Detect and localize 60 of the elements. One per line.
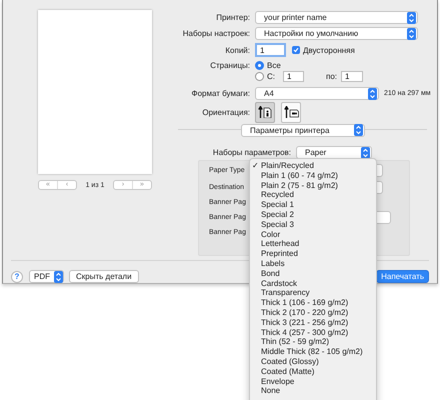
menu-item[interactable]: None (250, 386, 376, 396)
sideways-page-icon (284, 106, 298, 118)
updown-arrow-icon (407, 28, 416, 40)
section-select[interactable]: Параметры принтера (241, 124, 365, 136)
pdf-button[interactable]: PDF (29, 270, 64, 283)
menu-item[interactable]: Bond (250, 268, 376, 279)
menu-item[interactable]: Envelope (250, 376, 376, 386)
menu-item[interactable]: ✓ Plain/Recycled (250, 161, 376, 171)
copies-field[interactable]: 1 (255, 43, 286, 57)
field-label: Формат бумаги: (190, 89, 251, 98)
upright-page-icon (258, 106, 272, 118)
field-label: Страницы: (209, 61, 251, 70)
updown-arrow-icon (361, 146, 370, 158)
menu-item[interactable]: Thin (52 - 59 g/m2) (250, 337, 376, 348)
menu-item[interactable]: Thick 4 (257 - 300 g/m2) (250, 328, 376, 338)
menu-item[interactable]: Letterhead (250, 239, 376, 250)
menu-item[interactable]: Labels (250, 258, 376, 269)
field-label: Наборы настроек: (182, 29, 251, 38)
menu-item[interactable]: Thick 2 (170 - 220 g/m2) (250, 308, 376, 318)
field-label: Наборы параметров: (212, 148, 292, 157)
checkbox[interactable] (292, 46, 300, 54)
menu-item[interactable]: Transparency (250, 288, 376, 298)
radio-button[interactable] (255, 61, 264, 70)
orientation-button[interactable] (281, 102, 301, 122)
parameter-sets-select[interactable]: Paper (296, 146, 372, 159)
updown-arrow-icon (354, 124, 363, 136)
print-button[interactable]: Напечатать (376, 270, 429, 283)
radio-button[interactable] (255, 72, 264, 81)
menu-item[interactable]: Recycled (250, 190, 376, 200)
menu-item[interactable]: Cardstock (250, 278, 376, 288)
radio-label: Все (267, 61, 281, 70)
from-page-field[interactable]: 1 (283, 71, 304, 82)
orientation-button[interactable] (255, 102, 275, 122)
updown-arrow-icon (54, 270, 63, 282)
menu-item[interactable]: Thick 3 (221 - 256 g/m2) (250, 318, 376, 328)
updown-arrow-icon (368, 88, 377, 100)
paper-size-select[interactable]: A4 (255, 87, 379, 100)
field-label: Принтер: (215, 13, 251, 22)
menu-item[interactable]: Special 1 (250, 200, 376, 210)
menu-item[interactable]: Special 3 (250, 220, 376, 230)
menu-item[interactable]: Preprinted (250, 249, 376, 259)
menu-item[interactable]: Thick 1 (106 - 169 g/m2) (250, 298, 376, 308)
field-label: Копий: (224, 46, 251, 54)
menu-item[interactable]: Color (250, 230, 376, 240)
menu-item[interactable]: Coated (Matte) (250, 366, 376, 377)
radio-label: С: (267, 72, 276, 81)
hide-details-button[interactable]: Скрыть детали (69, 270, 139, 283)
updown-arrow-icon (407, 12, 416, 24)
field-label: Ориентация: (201, 108, 251, 116)
field-label: по: (326, 72, 338, 81)
printer-select[interactable]: your printer name (255, 11, 418, 24)
menu-item[interactable]: Special 2 (250, 210, 376, 220)
menu-item[interactable]: Plain 1 (60 - 74 g/m2) (250, 170, 376, 181)
checkbox-label: Двусторонняя (303, 46, 355, 54)
menu-item[interactable]: Plain 2 (75 - 81 g/m2) (250, 180, 376, 190)
menu-item[interactable]: Middle Thick (82 - 105 g/m2) (250, 347, 376, 357)
presets-select[interactable]: Настройки по умолчанию (255, 27, 418, 40)
help-button[interactable]: ? (11, 270, 23, 282)
to-page-field[interactable]: 1 (341, 71, 364, 82)
menu-item[interactable]: Coated (Glossy) (250, 356, 376, 367)
